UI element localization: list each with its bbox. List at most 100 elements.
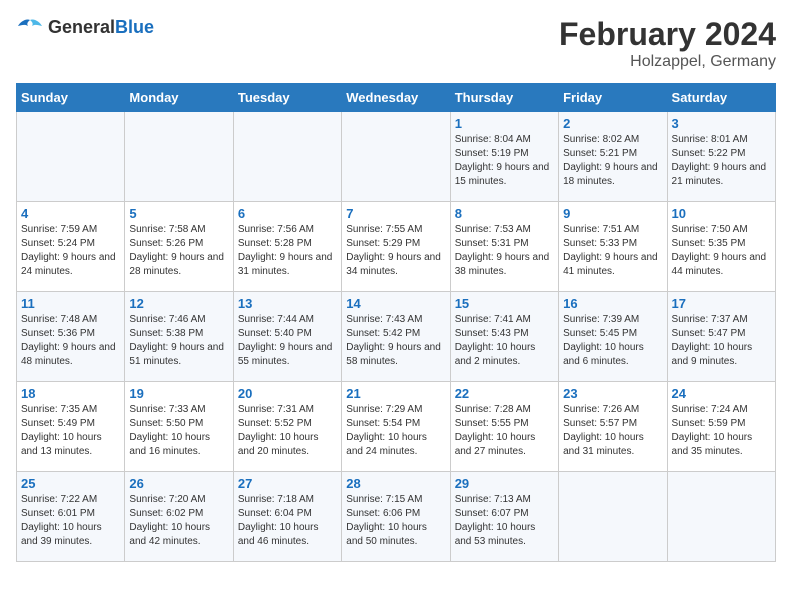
calendar-cell-4-5 [559, 472, 667, 562]
calendar-cell-3-0: 18 Sunrise: 7:35 AMSunset: 5:49 PMDayligh… [17, 382, 125, 472]
day-info: Sunrise: 7:22 AMSunset: 6:01 PMDaylight:… [21, 493, 120, 549]
weekday-header-tuesday: Tuesday [233, 84, 341, 112]
day-info: Sunrise: 7:58 AMSunset: 5:26 PMDaylight:… [129, 223, 228, 279]
calendar-cell-2-1: 12 Sunrise: 7:46 AMSunset: 5:38 PMDayligh… [125, 292, 233, 382]
day-number: 16 [563, 296, 662, 311]
calendar-cell-0-0 [17, 112, 125, 202]
calendar-cell-4-2: 27Sunrise: 7:18 AMSunset: 6:04 PMDayligh… [233, 472, 341, 562]
weekday-header-wednesday: Wednesday [342, 84, 450, 112]
calendar-cell-3-5: 23Sunrise: 7:26 AMSunset: 5:57 PMDayligh… [559, 382, 667, 472]
day-info: Sunrise: 7:15 AMSunset: 6:06 PMDaylight:… [346, 493, 445, 549]
calendar-cell-3-6: 24 Sunrise: 7:24 AMSunset: 5:59 PMDayligh… [667, 382, 775, 472]
day-number: 10 [672, 206, 771, 221]
day-info: Sunrise: 7:44 AMSunset: 5:40 PMDaylight:… [238, 313, 337, 369]
calendar-cell-0-4: 1 Sunrise: 8:04 AMSunset: 5:19 PMDaylight… [450, 112, 558, 202]
day-number: 8 [455, 206, 554, 221]
calendar-cell-3-2: 20 Sunrise: 7:31 AMSunset: 5:52 PMDayligh… [233, 382, 341, 472]
calendar-row-0: 1 Sunrise: 8:04 AMSunset: 5:19 PMDaylight… [17, 112, 776, 202]
calendar-cell-4-0: 25 Sunrise: 7:22 AMSunset: 6:01 PMDayligh… [17, 472, 125, 562]
calendar-cell-2-2: 13Sunrise: 7:44 AMSunset: 5:40 PMDayligh… [233, 292, 341, 382]
day-number: 22 [455, 386, 554, 401]
day-number: 5 [129, 206, 228, 221]
calendar-row-4: 25 Sunrise: 7:22 AMSunset: 6:01 PMDayligh… [17, 472, 776, 562]
day-number: 9 [563, 206, 662, 221]
day-number: 21 [346, 386, 445, 401]
day-info: Sunrise: 7:55 AMSunset: 5:29 PMDaylight:… [346, 223, 445, 279]
calendar-cell-1-5: 9 Sunrise: 7:51 AMSunset: 5:33 PMDaylight… [559, 202, 667, 292]
calendar-cell-3-1: 19Sunrise: 7:33 AMSunset: 5:50 PMDayligh… [125, 382, 233, 472]
calendar-row-3: 18 Sunrise: 7:35 AMSunset: 5:49 PMDayligh… [17, 382, 776, 472]
day-number: 1 [455, 116, 554, 131]
day-info: Sunrise: 7:18 AMSunset: 6:04 PMDaylight:… [238, 493, 337, 549]
calendar-cell-0-3 [342, 112, 450, 202]
day-number: 20 [238, 386, 337, 401]
weekday-header-sunday: Sunday [17, 84, 125, 112]
calendar-cell-1-2: 6Sunrise: 7:56 AMSunset: 5:28 PMDaylight… [233, 202, 341, 292]
day-info: Sunrise: 7:33 AMSunset: 5:50 PMDaylight:… [129, 403, 228, 459]
day-info: Sunrise: 7:59 AMSunset: 5:24 PMDaylight:… [21, 223, 120, 279]
calendar-cell-3-3: 21 Sunrise: 7:29 AMSunset: 5:54 PMDayligh… [342, 382, 450, 472]
day-info: Sunrise: 7:24 AMSunset: 5:59 PMDaylight:… [672, 403, 771, 459]
calendar-cell-1-3: 7 Sunrise: 7:55 AMSunset: 5:29 PMDaylight… [342, 202, 450, 292]
logo-text: GeneralBlue [48, 17, 154, 38]
day-number: 23 [563, 386, 662, 401]
logo-general: General [48, 17, 115, 37]
day-info: Sunrise: 7:46 AMSunset: 5:38 PMDaylight:… [129, 313, 228, 369]
logo-blue: Blue [115, 17, 154, 37]
calendar-cell-1-1: 5 Sunrise: 7:58 AMSunset: 5:26 PMDaylight… [125, 202, 233, 292]
day-info: Sunrise: 7:20 AMSunset: 6:02 PMDaylight:… [129, 493, 228, 549]
day-info: Sunrise: 7:41 AMSunset: 5:43 PMDaylight:… [455, 313, 554, 369]
calendar-cell-1-4: 8Sunrise: 7:53 AMSunset: 5:31 PMDaylight… [450, 202, 558, 292]
day-info: Sunrise: 7:51 AMSunset: 5:33 PMDaylight:… [563, 223, 662, 279]
logo: GeneralBlue [16, 16, 154, 38]
calendar-row-1: 4Sunrise: 7:59 AMSunset: 5:24 PMDaylight… [17, 202, 776, 292]
calendar-cell-0-1 [125, 112, 233, 202]
day-number: 6 [238, 206, 337, 221]
header-section: GeneralBlue February 2024 Holzappel, Ger… [16, 16, 776, 71]
day-number: 11 [21, 296, 120, 311]
day-info: Sunrise: 7:31 AMSunset: 5:52 PMDaylight:… [238, 403, 337, 459]
day-number: 2 [563, 116, 662, 131]
day-number: 25 [21, 476, 120, 491]
calendar-cell-1-6: 10 Sunrise: 7:50 AMSunset: 5:35 PMDayligh… [667, 202, 775, 292]
day-info: Sunrise: 7:13 AMSunset: 6:07 PMDaylight:… [455, 493, 554, 549]
weekday-header-monday: Monday [125, 84, 233, 112]
calendar-cell-4-6 [667, 472, 775, 562]
calendar-cell-0-6: 3Sunrise: 8:01 AMSunset: 5:22 PMDaylight… [667, 112, 775, 202]
day-info: Sunrise: 7:39 AMSunset: 5:45 PMDaylight:… [563, 313, 662, 369]
day-number: 12 [129, 296, 228, 311]
calendar-cell-2-4: 15 Sunrise: 7:41 AMSunset: 5:43 PMDayligh… [450, 292, 558, 382]
weekday-header-row: SundayMondayTuesdayWednesdayThursdayFrid… [17, 84, 776, 112]
day-number: 18 [21, 386, 120, 401]
calendar-cell-4-4: 29Sunrise: 7:13 AMSunset: 6:07 PMDayligh… [450, 472, 558, 562]
calendar-subtitle: Holzappel, Germany [559, 53, 776, 71]
day-number: 26 [129, 476, 228, 491]
calendar-cell-1-0: 4Sunrise: 7:59 AMSunset: 5:24 PMDaylight… [17, 202, 125, 292]
calendar-title: February 2024 [559, 16, 776, 53]
day-info: Sunrise: 7:48 AMSunset: 5:36 PMDaylight:… [21, 313, 120, 369]
day-number: 14 [346, 296, 445, 311]
weekday-header-saturday: Saturday [667, 84, 775, 112]
day-number: 28 [346, 476, 445, 491]
calendar-cell-4-3: 28 Sunrise: 7:15 AMSunset: 6:06 PMDayligh… [342, 472, 450, 562]
day-info: Sunrise: 7:35 AMSunset: 5:49 PMDaylight:… [21, 403, 120, 459]
calendar-cell-4-1: 26 Sunrise: 7:20 AMSunset: 6:02 PMDayligh… [125, 472, 233, 562]
calendar-table: SundayMondayTuesdayWednesdayThursdayFrid… [16, 83, 776, 562]
calendar-cell-3-4: 22 Sunrise: 7:28 AMSunset: 5:55 PMDayligh… [450, 382, 558, 472]
day-info: Sunrise: 7:28 AMSunset: 5:55 PMDaylight:… [455, 403, 554, 459]
day-number: 3 [672, 116, 771, 131]
day-number: 15 [455, 296, 554, 311]
day-number: 24 [672, 386, 771, 401]
calendar-cell-2-6: 17 Sunrise: 7:37 AMSunset: 5:47 PMDayligh… [667, 292, 775, 382]
day-number: 7 [346, 206, 445, 221]
day-info: Sunrise: 7:37 AMSunset: 5:47 PMDaylight:… [672, 313, 771, 369]
title-section: February 2024 Holzappel, Germany [559, 16, 776, 71]
calendar-cell-0-5: 2Sunrise: 8:02 AMSunset: 5:21 PMDaylight… [559, 112, 667, 202]
weekday-header-thursday: Thursday [450, 84, 558, 112]
day-number: 17 [672, 296, 771, 311]
day-info: Sunrise: 7:29 AMSunset: 5:54 PMDaylight:… [346, 403, 445, 459]
day-info: Sunrise: 7:43 AMSunset: 5:42 PMDaylight:… [346, 313, 445, 369]
day-info: Sunrise: 8:04 AMSunset: 5:19 PMDaylight:… [455, 133, 554, 189]
day-info: Sunrise: 7:50 AMSunset: 5:35 PMDaylight:… [672, 223, 771, 279]
calendar-cell-2-0: 11 Sunrise: 7:48 AMSunset: 5:36 PMDayligh… [17, 292, 125, 382]
